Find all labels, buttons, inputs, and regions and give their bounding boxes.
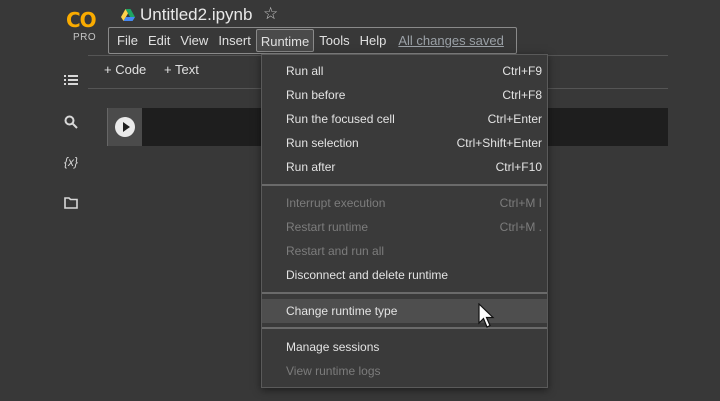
menu-item-shortcut: Ctrl+F10 [495, 160, 542, 174]
logo-mark: CO [66, 8, 97, 32]
menu-item-shortcut: Ctrl+Shift+Enter [456, 136, 542, 150]
menu-item-run-before[interactable]: Run before Ctrl+F8 [262, 83, 547, 107]
menu-item-label: Restart runtime [286, 220, 369, 234]
run-cell-button[interactable] [115, 117, 135, 137]
menu-item-label: Run selection [286, 136, 359, 150]
menu-item-label: View runtime logs [286, 364, 381, 378]
variables-icon[interactable]: {x} [62, 155, 80, 169]
menu-item-shortcut: Ctrl+Enter [487, 112, 542, 126]
menu-item-label: Restart and run all [286, 244, 385, 258]
notebook-title[interactable]: Untitled2.ipynb [140, 5, 252, 25]
menu-item-label: Run before [286, 88, 346, 102]
star-icon[interactable]: ☆ [263, 4, 278, 24]
menu-item-shortcut: Ctrl+F8 [502, 88, 542, 102]
menu-item-manage-sessions[interactable]: Manage sessions [262, 335, 547, 359]
menu-item-restart-runtime: Restart runtime Ctrl+M . [262, 215, 547, 239]
menu-item-shortcut: Ctrl+M I [499, 196, 542, 210]
menu-item-run-after[interactable]: Run after Ctrl+F10 [262, 155, 547, 179]
colab-logo[interactable]: CO PRO [66, 8, 106, 44]
add-text-button[interactable]: + Text [164, 62, 199, 77]
menu-bar: File Edit View Insert Runtime Tools Help… [108, 27, 517, 54]
menu-item-change-runtime-type[interactable]: Change runtime type [262, 299, 547, 323]
menu-item-interrupt-execution: Interrupt execution Ctrl+M I [262, 191, 547, 215]
menu-help[interactable]: Help [355, 29, 392, 52]
menu-item-label: Change runtime type [286, 304, 398, 318]
add-code-button[interactable]: + Code [104, 62, 146, 77]
menu-insert[interactable]: Insert [213, 29, 256, 52]
menu-separator [262, 327, 547, 329]
search-icon[interactable] [62, 115, 80, 129]
menu-item-run-all[interactable]: Run all Ctrl+F9 [262, 59, 547, 83]
menu-item-label: Disconnect and delete runtime [286, 268, 449, 282]
menu-item-run-selection[interactable]: Run selection Ctrl+Shift+Enter [262, 131, 547, 155]
menu-file[interactable]: File [112, 29, 143, 52]
menu-edit[interactable]: Edit [143, 29, 175, 52]
menu-item-run-focused-cell[interactable]: Run the focused cell Ctrl+Enter [262, 107, 547, 131]
menu-separator [262, 184, 547, 186]
table-of-contents-icon[interactable] [62, 74, 80, 86]
menu-item-label: Interrupt execution [286, 196, 386, 210]
menu-item-label: Manage sessions [286, 340, 380, 354]
mouse-pointer-icon [478, 303, 495, 328]
google-drive-icon [121, 9, 135, 21]
save-status-link[interactable]: All changes saved [391, 33, 511, 48]
menu-item-shortcut: Ctrl+M . [499, 220, 542, 234]
menu-item-label: Run after [286, 160, 336, 174]
logo-tier: PRO [73, 32, 97, 43]
runtime-menu-dropdown: Run all Ctrl+F9 Run before Ctrl+F8 Run t… [261, 54, 548, 388]
menu-item-restart-and-run-all: Restart and run all [262, 239, 547, 263]
menu-item-disconnect-delete-runtime[interactable]: Disconnect and delete runtime [262, 263, 547, 287]
menu-item-view-runtime-logs: View runtime logs [262, 359, 547, 383]
files-folder-icon[interactable] [62, 197, 80, 209]
cell-gutter [108, 108, 142, 146]
menu-item-shortcut: Ctrl+F9 [502, 64, 542, 78]
menu-view[interactable]: View [175, 29, 213, 52]
menu-item-label: Run all [286, 64, 324, 78]
menu-separator [262, 292, 547, 294]
menu-tools[interactable]: Tools [314, 29, 354, 52]
menu-item-label: Run the focused cell [286, 112, 395, 126]
menu-runtime[interactable]: Runtime [255, 29, 315, 52]
